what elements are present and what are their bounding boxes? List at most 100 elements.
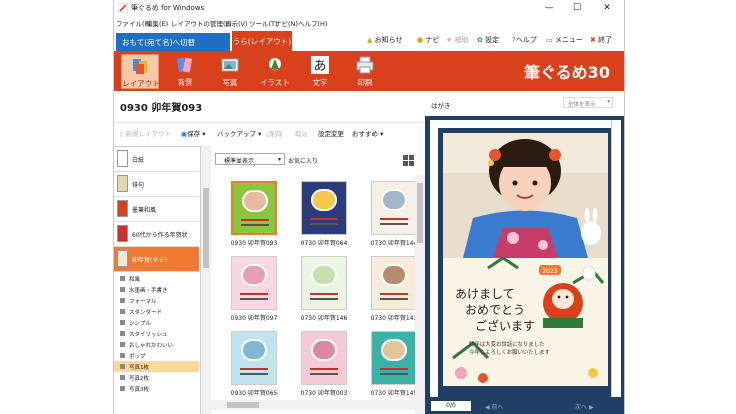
import-button[interactable]: 取込 (295, 128, 308, 138)
navi-bulb-icon: ● (417, 36, 424, 44)
recommended-button[interactable]: おすすめ ▾ (352, 128, 383, 138)
background-button[interactable]: 背景 (166, 54, 204, 89)
grid-horizontal-scrollbar[interactable] (211, 400, 415, 410)
template-photo-frame (311, 189, 337, 211)
app-window: 筆ぐるめ for Windows — ☐ ✕ ファイル(F) 編集(E) レイア… (113, 0, 625, 414)
category-thumb (117, 175, 128, 192)
template-label: 0730 卯年賀064 (300, 240, 348, 247)
subcategory-item[interactable]: 和風 (114, 273, 199, 284)
minimize-button[interactable]: — (538, 0, 560, 16)
subcategory-item[interactable]: 写真2枚 (114, 372, 199, 383)
exit-label: 終了 (598, 36, 613, 44)
greeting-line-2: おめでとう (465, 303, 525, 317)
news-link[interactable]: ▲ お知らせ (367, 35, 403, 45)
template-card-selected[interactable]: 0930 卯年賀093 (219, 177, 289, 252)
subcategory-item[interactable]: フォーマル (114, 295, 199, 306)
bullet-icon (120, 309, 125, 314)
subcategory-label: 水墨画・手書き (129, 288, 168, 294)
delete-button[interactable]: ▯削除 (266, 128, 283, 138)
new-layout-button[interactable]: ▯ 新規レイアウト (120, 128, 171, 138)
menu-help[interactable]: ヘルプ(H) (298, 18, 327, 28)
sidebar-scrollbar[interactable] (201, 146, 211, 414)
backup-button[interactable]: バックアップ ▾ (217, 128, 261, 138)
favorites-link[interactable]: お気に入り (288, 156, 318, 165)
brand-logo: 筆ぐるめ30 (524, 63, 610, 82)
save-label: 保存 (187, 130, 201, 138)
subcategory-label: ポップ (129, 354, 146, 360)
template-thumbnail (231, 256, 277, 310)
subcategory-item[interactable]: シンプル (114, 317, 199, 328)
grid-hscroll-thumb[interactable] (227, 402, 259, 408)
photo-label: 写真 (222, 78, 238, 87)
menu-view[interactable]: 表示(V) (225, 18, 248, 28)
assist-label: 補助 (454, 36, 469, 44)
template-card[interactable]: 0730 卯年賀064 (289, 177, 359, 252)
new-doc-icon: ▯ (120, 130, 124, 138)
prev-page-button[interactable]: ◀ 前へ (485, 402, 504, 411)
category-item[interactable]: 白紙 (114, 147, 199, 172)
exit-link[interactable]: ✖ 終了 (590, 35, 612, 45)
subcategory-item[interactable]: スタンダード (114, 306, 199, 317)
menu-navi[interactable]: ナビ(N) (275, 18, 298, 28)
category-item-selected[interactable]: 卯年賀(タテ) (114, 247, 199, 272)
view-select[interactable]: 標準並表示 ▾ (215, 153, 285, 165)
bullet-icon (120, 375, 125, 380)
print-label: 印刷 (357, 78, 373, 87)
grid-scroll-thumb[interactable] (417, 183, 423, 243)
category-item[interactable]: 60代から作る年賀状 (114, 222, 199, 247)
preview-scrollbar[interactable] (611, 120, 621, 397)
template-card[interactable]: 0930 卯年賀065 (219, 327, 289, 402)
zoom-select[interactable]: 全体を表示 ▾ (563, 97, 613, 108)
help-label: ヘルプ (515, 36, 537, 44)
subcategory-item[interactable]: スタイリッシュ (114, 328, 199, 339)
layout-button[interactable]: レイアウト (121, 54, 160, 89)
template-label: 0930 卯年賀097 (230, 315, 278, 322)
template-card[interactable]: 0930 卯年賀097 (219, 252, 289, 327)
bullet-icon (120, 276, 125, 281)
template-card[interactable]: 0730 卯年賀146 (289, 252, 359, 327)
photo-button[interactable]: 写真 (211, 54, 249, 89)
next-page-button[interactable]: 次へ ▶ (575, 402, 594, 411)
category-item[interactable]: 俳句 (114, 172, 199, 197)
menu-layout[interactable]: レイアウトの管理(L) (171, 18, 232, 28)
category-thumb (117, 250, 128, 267)
text-button[interactable]: あ 文字 (301, 54, 339, 89)
subcategory-item-highlighted[interactable]: 写真1枚 (114, 361, 199, 372)
tab-ura[interactable]: うら(レイアウト) (232, 31, 292, 51)
background-icon (176, 57, 193, 73)
template-card[interactable]: 0730 卯年賀003 (289, 327, 359, 402)
subcategory-item[interactable]: おしゃれかわいい (114, 339, 199, 350)
category-item[interactable]: 墨筆和風 (114, 197, 199, 222)
tab-omote[interactable]: おもて(宛て名)へ切替 (116, 33, 230, 51)
menu-tools[interactable]: ツール(T) (249, 18, 278, 28)
app-brush-icon (118, 3, 128, 13)
subcategory-item[interactable]: 水墨画・手書き (114, 284, 199, 295)
postcard-preview[interactable]: 2023 あけまして おめでとう ございます 昨年は大変お世話になりました 今年… (443, 133, 608, 386)
horizontal-ruler (430, 120, 611, 128)
menu-edit[interactable]: 編集(E) (146, 18, 168, 28)
settings-link[interactable]: ✿ 設定 (477, 35, 499, 45)
help-link[interactable]: ?ヘルプ (512, 35, 537, 45)
grid-scrollbar[interactable] (415, 175, 425, 414)
subcategory-item[interactable]: ポップ (114, 350, 199, 361)
maximize-button[interactable]: ☐ (566, 0, 588, 16)
mode-tab-row: おもて(宛て名)へ切替 うら(レイアウト) ▲ お知らせ ● ナビ ★ 補助 ✿… (114, 29, 624, 51)
gear-icon: ✿ (477, 36, 483, 44)
sidebar-scroll-thumb[interactable] (203, 188, 209, 268)
vertical-ruler (430, 128, 438, 397)
menu-link[interactable]: ▭ メニュー (546, 35, 583, 45)
close-button[interactable]: ✕ (596, 0, 618, 16)
assist-link[interactable]: ★ 補助 (446, 35, 469, 45)
backup-dropdown-icon: ▾ (258, 130, 262, 138)
template-text-lines (310, 218, 338, 220)
subcategory-item[interactable]: 写真3枚 (114, 383, 199, 394)
change-settings-button[interactable]: 設定変更 (318, 128, 344, 138)
illust-button[interactable]: イラスト (256, 54, 294, 89)
print-button[interactable]: 印刷 (346, 54, 384, 89)
grid-view-icon[interactable] (403, 155, 414, 166)
save-button[interactable]: ▣保存 ▾ (181, 128, 206, 138)
navi-link[interactable]: ● ナビ (417, 35, 439, 45)
template-thumbnail (371, 181, 417, 235)
template-text-lines (380, 218, 408, 220)
layout-label: レイアウト (122, 79, 160, 88)
